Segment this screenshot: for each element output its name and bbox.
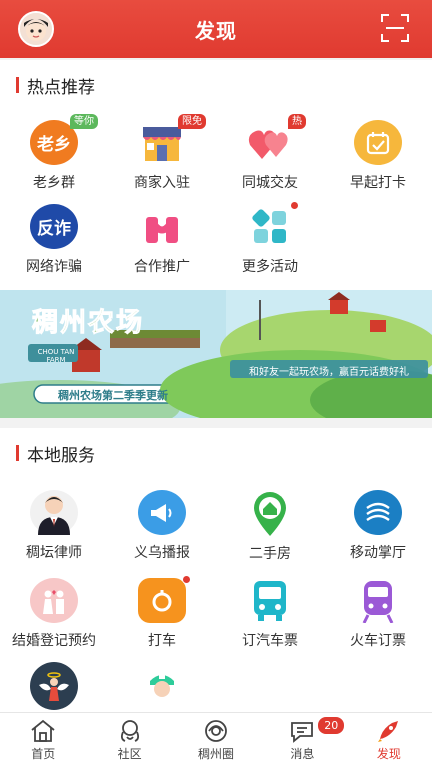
more-activities-icon: [246, 201, 299, 249]
avatar[interactable]: [18, 11, 54, 47]
local-item-mobile[interactable]: 移动掌厅: [324, 482, 432, 562]
item-label: 老乡群: [33, 175, 75, 191]
section-title: 本地服务: [27, 445, 95, 466]
divider: [0, 418, 432, 428]
banner-title: 稠州农场: [31, 308, 145, 339]
section-hot-header: 热点推荐: [0, 60, 432, 110]
bottom-tab-bar: 首页 社区 稠州圈 消息 20 发现: [0, 712, 432, 768]
hearts-icon: 热: [246, 114, 306, 165]
banner-english: CHOU TAN FARM: [37, 348, 75, 364]
hot-item-partner[interactable]: 合作推广: [108, 196, 216, 276]
hot-item-dating[interactable]: 热 同城交友: [216, 112, 324, 192]
tab-discover[interactable]: 发现: [346, 713, 432, 768]
scan-icon[interactable]: [380, 13, 410, 43]
item-label: 二手房: [249, 546, 291, 562]
item-label: 稠坛律师: [26, 545, 82, 561]
message-icon: [291, 722, 314, 743]
banner-slogan: 和好友一起玩农场，赢百元话费好礼: [249, 367, 409, 378]
tab-label: 稠州圈: [198, 747, 235, 761]
local-item-train[interactable]: 火车订票: [324, 570, 432, 650]
item-label: 义乌播报: [134, 545, 190, 561]
tab-label: 社区: [117, 747, 142, 761]
page-title: 发现: [195, 18, 237, 43]
banner-subtitle: 稠州农场第二季季更新: [58, 389, 168, 402]
section-marker: [16, 77, 19, 93]
section-local-header: 本地服务: [0, 428, 432, 478]
wedding-icon: [30, 578, 78, 623]
circle-icon: [205, 720, 227, 742]
tab-circle[interactable]: 稠州圈: [173, 713, 259, 768]
megaphone-icon: [138, 490, 186, 535]
item-label: 火车订票: [350, 633, 406, 649]
item-label: 早起打卡: [350, 175, 406, 191]
header: 发现: [0, 0, 432, 58]
item-label: 合作推广: [134, 259, 190, 275]
item-label: 商家入驻: [134, 175, 190, 191]
item-label: 同城交友: [242, 175, 298, 191]
hot-item-shop[interactable]: 限免 商家入驻: [108, 112, 216, 192]
item-label: 结婚登记预约: [12, 633, 96, 649]
angel-icon: [30, 662, 78, 710]
item-label: 打车: [148, 633, 176, 649]
tab-label: 首页: [31, 747, 56, 761]
china-mobile-icon: [354, 490, 402, 535]
hot-item-more[interactable]: 更多活动: [216, 196, 324, 276]
notification-dot: [182, 575, 191, 584]
local-item-broadcast[interactable]: 义乌播报: [108, 482, 216, 562]
item-label: 移动掌厅: [350, 545, 406, 561]
item-label: 网络诈骗: [26, 259, 82, 275]
discover-icon: [377, 721, 398, 742]
tab-home[interactable]: 首页: [0, 713, 86, 768]
badge: 限免: [178, 114, 206, 129]
section-title: 热点推荐: [27, 77, 95, 98]
notification-dot: [290, 201, 299, 210]
house-pin-icon: [246, 490, 294, 536]
bus-icon: [246, 578, 294, 623]
local-item-house[interactable]: 二手房: [216, 482, 324, 562]
section-marker: [16, 445, 19, 461]
hot-item-laoxiang[interactable]: 老乡 等你 老乡群: [0, 112, 108, 192]
home-icon: [31, 719, 55, 742]
tab-label: 发现: [376, 747, 401, 761]
badge: 热: [288, 114, 306, 129]
local-item-bus[interactable]: 订汽车票: [216, 570, 324, 650]
lawyer-icon: [30, 490, 78, 535]
unread-badge: 20: [317, 716, 346, 735]
hot-item-checkin[interactable]: 早起打卡: [324, 112, 432, 192]
tab-messages[interactable]: 消息 20: [259, 713, 346, 768]
taxi-icon: [138, 575, 191, 623]
tab-community[interactable]: 社区: [86, 713, 172, 768]
farm-banner[interactable]: 稠州农场 CHOU TAN FARM 稠州农场第二季季更新 和好友一起玩农场，赢…: [0, 290, 432, 418]
local-item-wedding[interactable]: 结婚登记预约: [0, 570, 108, 650]
local-item-taxi[interactable]: 打车: [108, 570, 216, 650]
partner-icon: [138, 204, 186, 249]
hot-item-fraud[interactable]: 反诈 网络诈骗: [0, 196, 108, 276]
nurse-icon: [138, 662, 186, 710]
badge: 等你: [70, 114, 98, 129]
fraud-icon: 反诈: [30, 204, 78, 249]
calendar-check-icon: [354, 120, 402, 165]
item-label: 订汽车票: [242, 633, 298, 649]
shop-icon: 限免: [138, 114, 206, 165]
local-item-lawyer[interactable]: 稠坛律师: [0, 482, 108, 562]
tab-label: 消息: [290, 747, 315, 761]
train-icon: [354, 578, 402, 623]
laoxiang-icon: 老乡 等你: [30, 114, 98, 165]
community-icon: [120, 720, 139, 742]
item-label: 更多活动: [242, 259, 298, 275]
